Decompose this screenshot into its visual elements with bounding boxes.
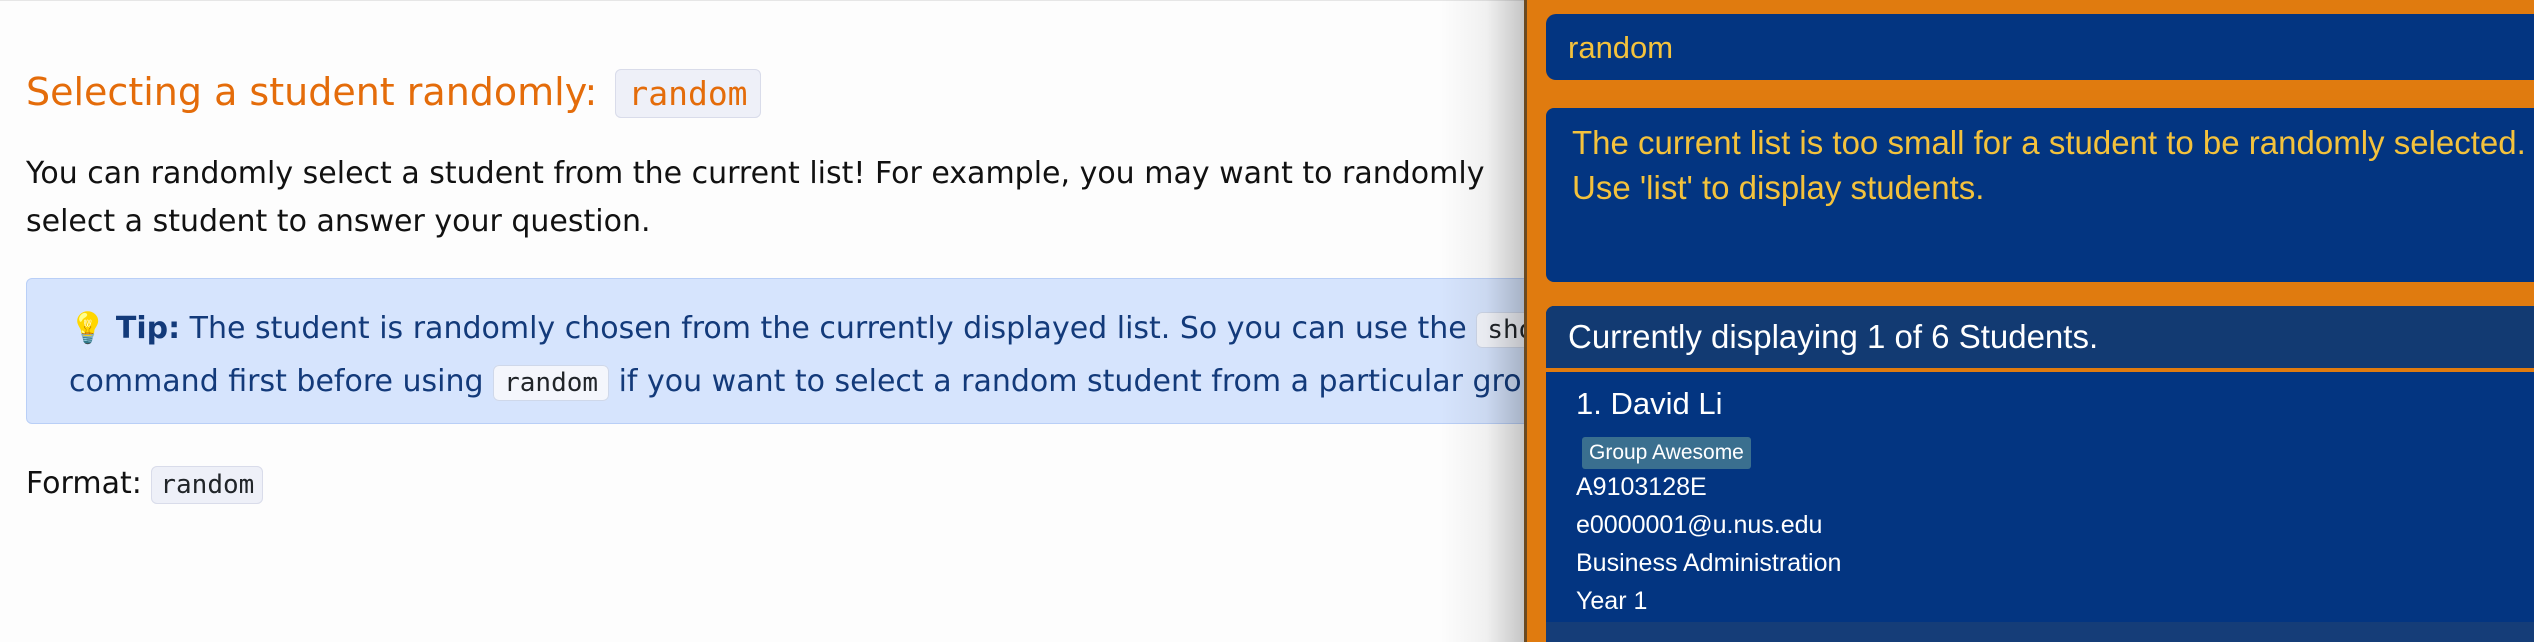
top-divider <box>0 0 1560 1</box>
tip-code-random: random <box>493 365 610 401</box>
format-line: Format: random <box>26 460 264 509</box>
window-shadow <box>1440 0 1524 642</box>
student-id: A9103128E <box>1576 473 1707 501</box>
lightbulb-icon: 💡 <box>69 311 107 346</box>
tip-label: Tip: <box>115 311 181 346</box>
result-message: The current list is too small for a stud… <box>1572 124 2526 206</box>
student-year: Year 1 <box>1576 587 1648 615</box>
command-input[interactable]: random <box>1568 30 1673 66</box>
section-heading-text: Selecting a student randomly: <box>26 70 598 114</box>
list-next-row <box>1546 622 2534 642</box>
student-name: 1. David Li <box>1576 386 1723 421</box>
command-box[interactable]: random <box>1546 14 2534 80</box>
tip-box: 💡 Tip: The student is randomly chosen fr… <box>26 278 1586 424</box>
student-list-panel: Currently displaying 1 of 6 Students. 1.… <box>1546 306 2534 642</box>
section-heading-code: random <box>615 69 761 118</box>
format-code: random <box>151 466 264 504</box>
student-major: Business Administration <box>1576 549 1842 577</box>
student-email: e0000001@u.nus.edu <box>1576 511 1823 539</box>
format-label: Format: <box>26 466 142 501</box>
list-header-text: Currently displaying 1 of 6 Students. <box>1568 318 2099 355</box>
section-description: You can randomly select a student from t… <box>26 156 1485 239</box>
tip-text-2: command first before using <box>69 364 484 399</box>
section-heading: Selecting a student randomly: random <box>26 64 761 122</box>
list-header: Currently displaying 1 of 6 Students. <box>1546 306 2534 368</box>
window-edge <box>1524 0 1527 642</box>
result-display: The current list is too small for a stud… <box>1546 108 2534 282</box>
group-tag: Group Awesome <box>1582 437 1751 469</box>
tip-text-3: if you want to select a random student f… <box>618 364 1570 399</box>
user-guide-page: Selecting a student randomly: random You… <box>0 0 1586 642</box>
tip-text-1: The student is randomly chosen from the … <box>189 311 1467 346</box>
app-window: random The current list is too small for… <box>1524 0 2534 642</box>
student-card[interactable]: 1. David Li Group Awesome A9103128E e000… <box>1546 372 2534 622</box>
